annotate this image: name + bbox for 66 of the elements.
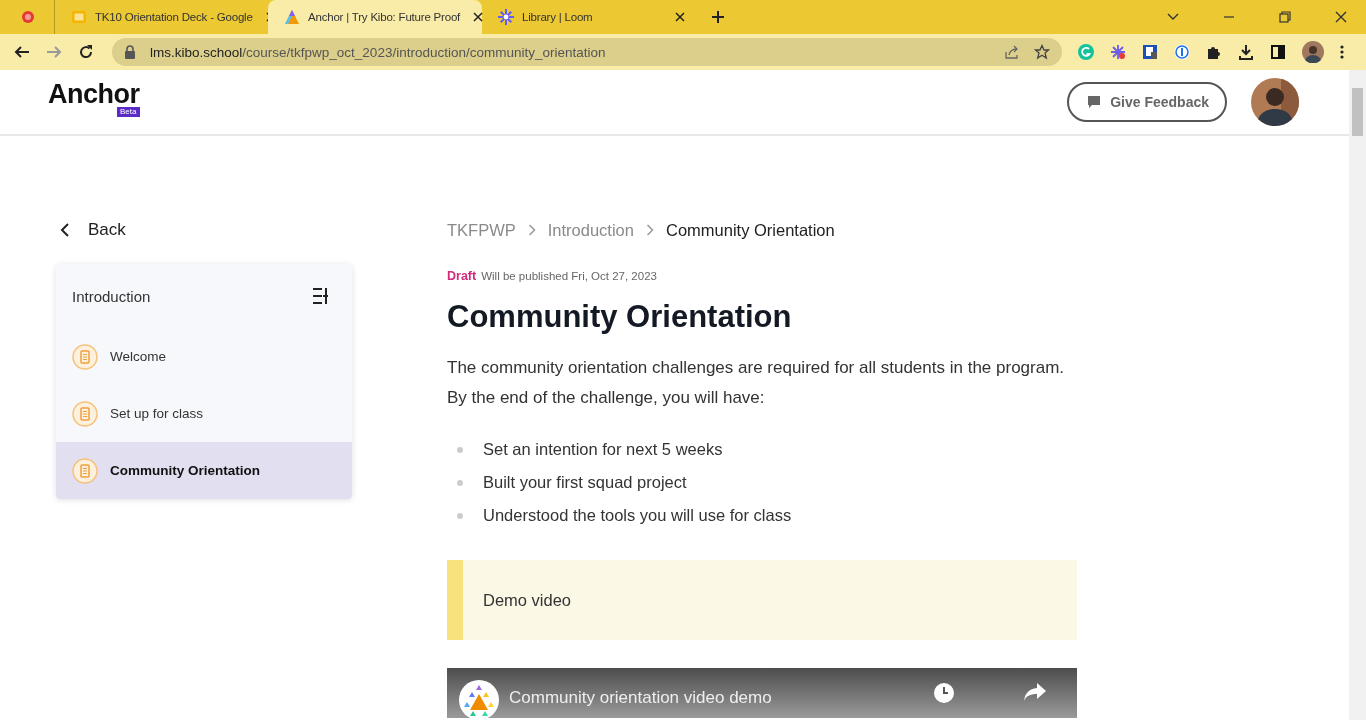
bullet-dot xyxy=(457,512,463,519)
document-icon xyxy=(72,343,98,370)
draft-label: Draft xyxy=(447,269,477,283)
plus-icon[interactable] xyxy=(710,9,726,25)
callout-text: Demo video xyxy=(483,590,572,610)
scrollbar[interactable] xyxy=(1349,70,1366,720)
intro-paragraph: The community orientation challenges are required for all students in the program. By the end of the challenge, you will have: xyxy=(447,357,1066,409)
page-title: Community Orientation xyxy=(447,298,793,336)
close-icon[interactable] xyxy=(472,11,485,23)
breadcrumb-link[interactable]: Introduction xyxy=(547,220,634,240)
breadcrumb-link[interactable]: TKFPWP xyxy=(447,220,516,240)
publish-note: Will be published Fri, Oct 27, 2023 xyxy=(481,270,657,282)
lock-icon xyxy=(124,45,136,59)
chevron-right-icon xyxy=(646,224,654,236)
clock-icon[interactable] xyxy=(933,682,955,704)
chat-bubble-icon xyxy=(1087,95,1102,109)
address-bar[interactable]: lms.kibo.school/course/tkfpwp_oct_2023/introduction/community_orientation xyxy=(112,38,1062,66)
chevron-right-icon xyxy=(527,224,536,236)
chevron-left-icon xyxy=(60,222,70,238)
tab-title: TK10 Orientation Deck - Google xyxy=(95,11,253,23)
record-icon[interactable] xyxy=(20,9,36,25)
share-icon[interactable] xyxy=(1004,44,1020,60)
browser-tab[interactable]: Library | Loom xyxy=(482,0,696,34)
triangle-logo-icon xyxy=(284,9,300,25)
tab-title: Library | Loom xyxy=(522,11,594,23)
breadcrumb-current: Community Orientation xyxy=(666,220,835,240)
lesson-item[interactable]: Set up for class xyxy=(56,385,352,442)
browser-tab[interactable]: Anchor | Try Kibo: Future Proof xyxy=(268,0,482,34)
document-icon xyxy=(72,457,98,484)
more-icon[interactable] xyxy=(1340,44,1344,60)
url-text: lms.kibo.school/course/tkfpwp_oct_2023/introduction/community_orientation xyxy=(150,44,606,60)
bullet-text: Understood the tools you will use for class xyxy=(483,506,792,525)
logo[interactable]: Anchor xyxy=(48,81,140,107)
bullet-dot xyxy=(457,479,463,486)
download-icon[interactable] xyxy=(1238,44,1254,60)
feedback-button[interactable]: Give Feedback xyxy=(1067,82,1227,122)
avatar-icon[interactable] xyxy=(1302,41,1324,63)
password-extension-icon[interactable] xyxy=(1174,44,1190,60)
video-player[interactable]: Community orientation video demo xyxy=(447,668,1077,718)
back-arrow-icon[interactable] xyxy=(14,44,30,60)
close-icon[interactable] xyxy=(674,11,686,23)
star-icon[interactable] xyxy=(1034,44,1050,60)
restore-icon[interactable] xyxy=(1278,10,1292,24)
bullet-text: Set an intention for next 5 weeks xyxy=(483,440,723,459)
tab-title: Anchor | Try Kibo: Future Proof xyxy=(308,11,461,23)
puzzle-icon[interactable] xyxy=(1206,44,1222,60)
back-link[interactable]: Back xyxy=(56,218,352,242)
bookmark-extension-icon[interactable] xyxy=(1142,44,1158,60)
lesson-item[interactable]: Welcome xyxy=(56,328,352,385)
channel-logo-icon xyxy=(459,680,499,718)
bullet-text: Built your first squad project xyxy=(483,473,687,492)
collapse-menu-icon[interactable] xyxy=(312,287,328,305)
sparkle-extension-icon[interactable] xyxy=(1110,44,1126,60)
video-title[interactable]: Community orientation video demo xyxy=(509,688,772,708)
share-arrow-icon[interactable] xyxy=(1023,682,1047,702)
beta-badge: Beta xyxy=(117,107,140,117)
section-title: Introduction xyxy=(72,287,151,305)
reload-icon[interactable] xyxy=(78,44,94,60)
avatar xyxy=(1251,78,1299,126)
flower-icon xyxy=(498,9,514,25)
bullet-dot xyxy=(457,446,463,453)
lesson-item[interactable]: Community Orientation xyxy=(56,442,352,499)
slides-icon xyxy=(71,9,87,25)
document-icon xyxy=(72,400,98,427)
close-icon[interactable] xyxy=(1334,10,1348,24)
side-panel-icon[interactable] xyxy=(1270,44,1286,60)
